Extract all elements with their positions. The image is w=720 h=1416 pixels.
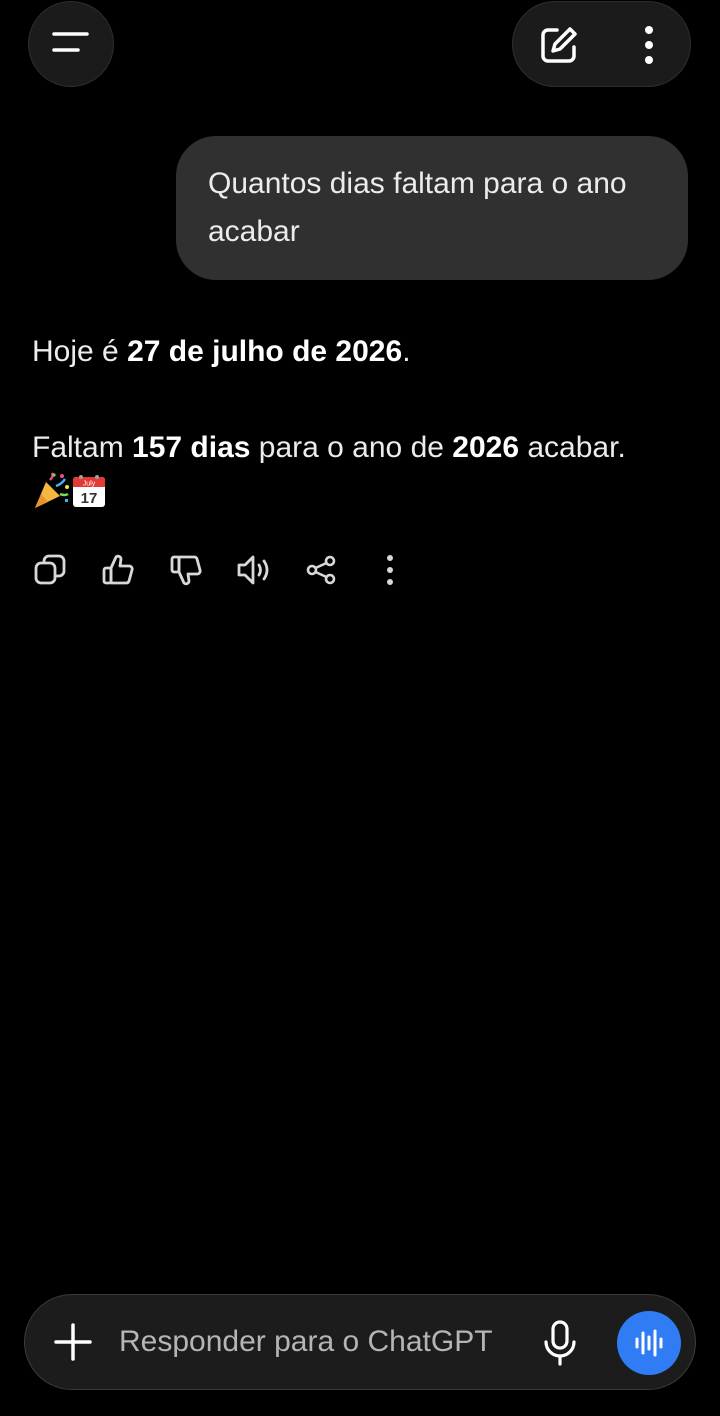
waveform-icon bbox=[635, 1329, 663, 1357]
plus-icon bbox=[54, 1323, 92, 1361]
more-vertical-icon bbox=[387, 555, 393, 585]
message-input[interactable] bbox=[119, 1317, 519, 1367]
menu-button[interactable] bbox=[28, 1, 114, 87]
voice-mode-button[interactable] bbox=[617, 1311, 681, 1375]
user-message-text: Quantos dias faltam para o ano acabar bbox=[208, 167, 627, 248]
assistant-line-date: Hoje é 27 de julho de 2026. bbox=[32, 335, 411, 368]
assistant-message: Hoje é 27 de julho de 2026. Faltam 157 d… bbox=[32, 328, 692, 525]
dictate-button[interactable] bbox=[535, 1315, 585, 1371]
new-chat-button[interactable] bbox=[529, 15, 589, 75]
attach-button[interactable] bbox=[45, 1313, 101, 1371]
thumbs-down-icon bbox=[170, 555, 202, 586]
more-vertical-icon bbox=[645, 26, 653, 64]
share-button[interactable] bbox=[301, 548, 341, 592]
thumbs-up-icon bbox=[102, 554, 134, 585]
share-icon bbox=[306, 555, 336, 585]
year-bold: 2026 bbox=[452, 431, 520, 464]
user-message-bubble: Quantos dias faltam para o ano acabar bbox=[176, 136, 688, 280]
options-button[interactable] bbox=[619, 15, 679, 75]
edit-icon bbox=[541, 27, 577, 63]
copy-icon bbox=[34, 554, 66, 585]
more-actions-button[interactable] bbox=[370, 548, 410, 592]
copy-button[interactable] bbox=[30, 548, 70, 592]
date-bold: 27 de julho de 2026 bbox=[127, 335, 403, 368]
menu-icon bbox=[52, 32, 89, 52]
thumbs-up-button[interactable] bbox=[98, 548, 138, 592]
composer-bar bbox=[24, 1294, 696, 1390]
calendar-month-text: July bbox=[83, 481, 96, 488]
thumbs-down-button[interactable] bbox=[166, 548, 206, 592]
read-aloud-button[interactable] bbox=[234, 548, 274, 592]
microphone-icon bbox=[544, 1320, 576, 1366]
party-popper-icon bbox=[32, 472, 70, 525]
calendar-icon: July 17 bbox=[70, 472, 108, 525]
read-aloud-icon bbox=[237, 555, 269, 585]
days-bold: 157 dias bbox=[132, 431, 251, 464]
chat-screen: Quantos dias faltam para o ano acabar Ho… bbox=[0, 0, 720, 1416]
calendar-day-text: 17 bbox=[81, 490, 98, 507]
top-actions-group bbox=[512, 1, 691, 87]
assistant-line-days: Faltam 157 dias para o ano de 2026 acaba… bbox=[32, 424, 692, 525]
